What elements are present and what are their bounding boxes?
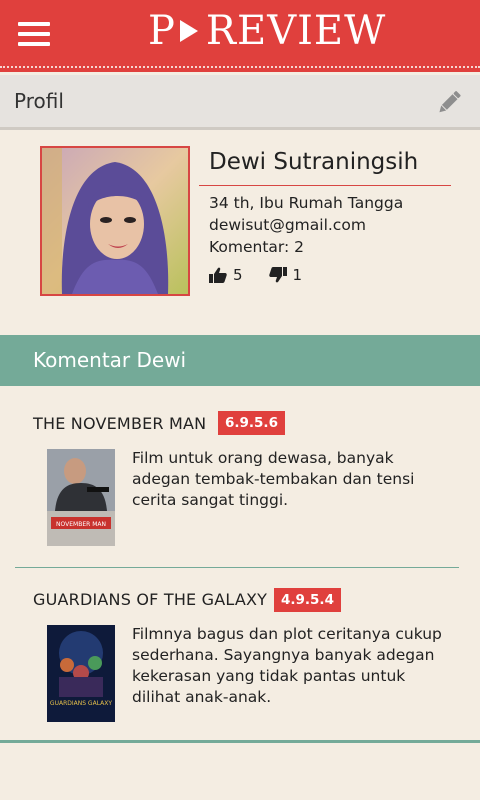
page-title: Profil — [14, 89, 64, 113]
menu-button[interactable] — [18, 22, 50, 46]
profile-name: Dewi Sutraningsih — [209, 149, 419, 175]
menu-icon-bar — [18, 22, 50, 26]
movie-title[interactable]: THE NOVEMBER MAN — [33, 414, 206, 433]
app-header: P REVIEW — [0, 0, 480, 72]
play-icon — [179, 20, 198, 42]
logo-text: REVIEW — [205, 8, 387, 54]
logo-letter: P — [148, 8, 176, 54]
thumbs-down-icon[interactable] — [268, 267, 287, 283]
profile-photo — [42, 148, 188, 294]
profile-comment-count: Komentar: 2 — [209, 238, 305, 256]
app-logo: P REVIEW — [148, 6, 386, 56]
profile-email: dewisut@gmail.com — [209, 216, 366, 234]
menu-icon-bar — [18, 32, 50, 36]
poster-image: GUARDIANS GALAXY — [47, 625, 115, 722]
thumbs-up-icon[interactable] — [209, 267, 227, 283]
comment-text: Film untuk orang dewasa, banyak adegan t… — [132, 449, 415, 509]
section-title: Komentar Dewi — [33, 348, 187, 372]
avatar — [40, 146, 190, 296]
comments-section-header: Komentar Dewi — [0, 335, 480, 386]
profile-details: 34 th, Ibu Rumah Tangga — [209, 194, 404, 212]
comment-text: Filmnya bagus dan plot ceritanya cukup s… — [132, 625, 442, 706]
poster-title: NOVEMBER MAN — [56, 521, 106, 528]
page-title-bar: Profil — [0, 75, 480, 130]
likes-count: 5 — [233, 266, 243, 284]
rating-badge: 6.9.5.6 — [218, 411, 285, 435]
movie-poster[interactable]: NOVEMBER MAN — [47, 449, 115, 546]
movie-poster[interactable]: GUARDIANS GALAXY — [47, 625, 115, 722]
edit-button[interactable] — [434, 87, 464, 117]
list-end-divider — [0, 740, 480, 743]
rating-badge: 4.9.5.4 — [274, 588, 341, 612]
movie-title[interactable]: GUARDIANS OF THE GALAXY — [33, 590, 267, 609]
profile-votes: 5 1 — [209, 266, 328, 284]
menu-icon-bar — [18, 42, 50, 46]
comment-divider — [15, 567, 459, 568]
pencil-icon — [439, 91, 461, 113]
header-dotted-border — [0, 66, 480, 68]
dislikes-count: 1 — [292, 266, 303, 284]
poster-title: GUARDIANS GALAXY — [50, 700, 112, 707]
poster-image: NOVEMBER MAN — [47, 449, 115, 546]
name-underline — [199, 185, 451, 186]
